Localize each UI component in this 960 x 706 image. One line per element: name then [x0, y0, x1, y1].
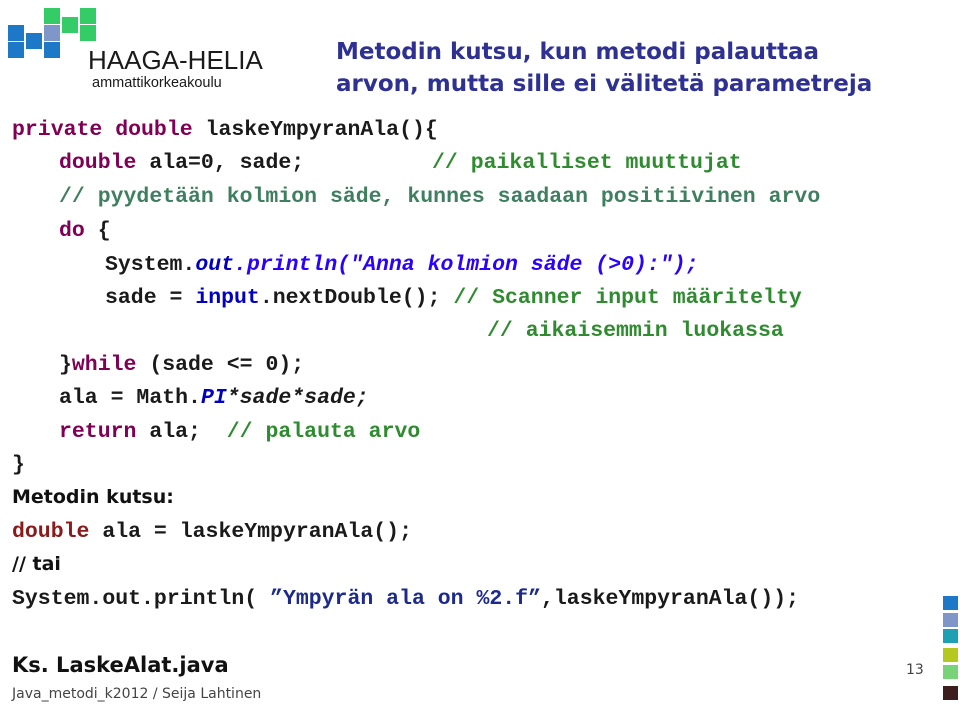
logo-square	[8, 42, 24, 58]
code-comment: // palauta arvo	[226, 420, 421, 444]
code-line: System.out.println( ”Ympyrän ala on %2.f…	[12, 584, 799, 614]
code-comment: // Scanner input määritelty	[453, 286, 802, 310]
code-line: }while (sade <= 0);	[59, 350, 304, 380]
code-comment: // pyydetään kolmion säde, kunnes saadaa…	[59, 185, 821, 209]
code-keyword: while	[71, 353, 137, 377]
code-line: double ala=0, sade;	[59, 148, 304, 178]
code-text: sade =	[105, 286, 196, 310]
decor-square	[943, 596, 958, 610]
code-string: .println("Anna kolmion säde (>0):");	[234, 253, 699, 277]
logo-square	[62, 17, 78, 33]
code-text: }	[59, 353, 72, 377]
logo-square	[8, 25, 24, 41]
logo-square	[26, 33, 42, 49]
decor-square	[943, 686, 958, 700]
decor-square	[943, 629, 958, 643]
slide-title-line-2: arvon, mutta sille ei välitetä parametre…	[336, 71, 873, 97]
code-keyword: return	[59, 420, 137, 444]
call-label: Metodin kutsu:	[12, 486, 174, 508]
decor-square	[943, 665, 958, 679]
decor-square	[943, 648, 958, 662]
code-text: ala = laskeYmpyranAla();	[89, 520, 412, 544]
logo-subtitle: ammattikorkeakoulu	[92, 75, 222, 91]
or-label: // tai	[12, 553, 61, 575]
code-text: ala = Math.	[59, 386, 201, 410]
code-keyword: private double	[12, 118, 206, 142]
code-line: private double laskeYmpyranAla(){	[12, 115, 438, 145]
code-text: *sade*sade;	[226, 386, 369, 410]
code-keyword: do	[59, 219, 85, 243]
code-text: ala;	[136, 420, 227, 444]
see-also-link: Ks. LaskeAlat.java	[12, 653, 229, 677]
logo-square	[44, 8, 60, 24]
logo-square	[80, 25, 96, 41]
code-comment: // aikaisemmin luokassa	[487, 319, 784, 343]
code-field: out	[195, 253, 235, 277]
logo-name: HAAGA-HELIA	[88, 45, 263, 75]
code-line: sade = input.nextDouble(); // Scanner in…	[105, 283, 802, 313]
code-text: System.out.println(	[12, 587, 271, 611]
code-line: ala = Math.PI*sade*sade;	[59, 383, 369, 413]
code-text: {	[84, 219, 111, 243]
code-line: }	[12, 450, 25, 480]
slide-title-line-1: Metodin kutsu, kun metodi palauttaa	[336, 39, 820, 65]
footer-text: Java_metodi_k2012 / Seija Lahtinen	[12, 686, 262, 702]
code-field: PI	[200, 386, 227, 410]
code-text: .nextDouble();	[259, 286, 454, 310]
decor-square	[943, 613, 958, 627]
code-keyword: double	[12, 520, 90, 544]
code-line: double ala = laskeYmpyranAla();	[12, 517, 412, 547]
logo-square	[44, 42, 60, 58]
page-number: 13	[906, 662, 924, 678]
code-field: input	[195, 286, 260, 310]
code-text: ala=0, sade;	[149, 151, 305, 175]
code-string: ”Ympyrän ala on %2.f”	[270, 587, 541, 611]
code-text: System.	[105, 253, 196, 277]
code-text: ,laskeYmpyranAla());	[541, 587, 800, 611]
code-line: return ala; // palauta arvo	[59, 417, 420, 447]
logo-square	[80, 8, 96, 24]
code-keyword: double	[59, 151, 150, 175]
code-line: do {	[59, 216, 111, 246]
code-comment: // paikalliset muuttujat	[432, 151, 742, 175]
code-text: (sade <= 0);	[136, 353, 305, 377]
logo-square	[44, 25, 60, 41]
code-text: laskeYmpyranAla(){	[205, 118, 438, 142]
code-text: }	[12, 453, 25, 477]
code-line: System.out.println("Anna kolmion säde (>…	[105, 250, 699, 280]
slide-title: Metodin kutsu, kun metodi palauttaa arvo…	[336, 36, 872, 100]
